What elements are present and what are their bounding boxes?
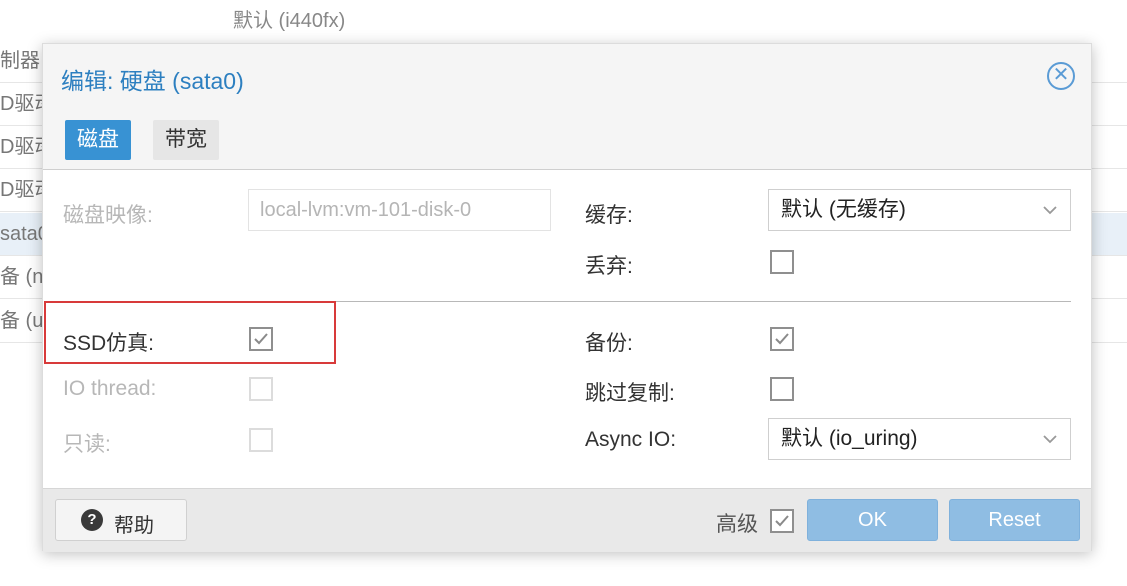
help-button[interactable]: ? 帮助 [55,499,187,541]
background-machine-value: 默认 (i440fx) [233,10,346,32]
dialog-footer: ? 帮助 高级 OK Reset [43,488,1091,552]
close-icon[interactable]: ✕ [1047,62,1075,90]
async-io-select-value: 默认 (io_uring) [781,427,918,450]
tab-disk[interactable]: 磁盘 [65,120,131,160]
io-thread-checkbox [249,377,273,401]
skip-replication-checkbox[interactable] [770,377,794,401]
help-button-label: 帮助 [114,515,154,537]
cache-label: 缓存: [585,204,633,227]
edit-disk-dialog: 编辑: 硬盘 (sata0) ✕ 磁盘 带宽 磁盘映像: local-lvm:v… [42,43,1092,552]
readonly-checkbox [249,428,273,452]
readonly-label: 只读: [63,433,111,456]
advanced-label: 高级 [716,513,758,536]
chevron-down-icon [1043,435,1057,444]
cache-select[interactable]: 默认 (无缓存) [768,189,1071,231]
skip-replication-label: 跳过复制: [585,382,675,405]
io-thread-label: IO thread: [63,377,157,400]
cache-select-value: 默认 (无缓存) [781,198,906,221]
backup-checkbox[interactable] [770,327,794,351]
dialog-header: 编辑: 硬盘 (sata0) ✕ [43,44,1091,108]
tab-bar: 磁盘 带宽 [43,108,1091,170]
dialog-title: 编辑: 硬盘 (sata0) [61,68,244,94]
async-io-label: Async IO: [585,428,677,451]
disk-image-label: 磁盘映像: [63,204,153,227]
discard-checkbox[interactable] [770,250,794,274]
ok-button[interactable]: OK [807,499,938,541]
disk-image-field: local-lvm:vm-101-disk-0 [248,189,551,231]
reset-button[interactable]: Reset [949,499,1080,541]
discard-label: 丢弃: [585,255,633,278]
backup-label: 备份: [585,332,633,355]
checkmark-icon [775,515,789,527]
tab-bandwidth[interactable]: 带宽 [153,120,219,160]
checkmark-icon [775,333,789,345]
advanced-checkbox[interactable] [770,509,794,533]
chevron-down-icon [1043,206,1057,215]
question-circle-icon: ? [81,509,103,531]
background-row-label: 制器 [0,50,40,72]
highlight-box [44,301,336,364]
async-io-select[interactable]: 默认 (io_uring) [768,418,1071,460]
